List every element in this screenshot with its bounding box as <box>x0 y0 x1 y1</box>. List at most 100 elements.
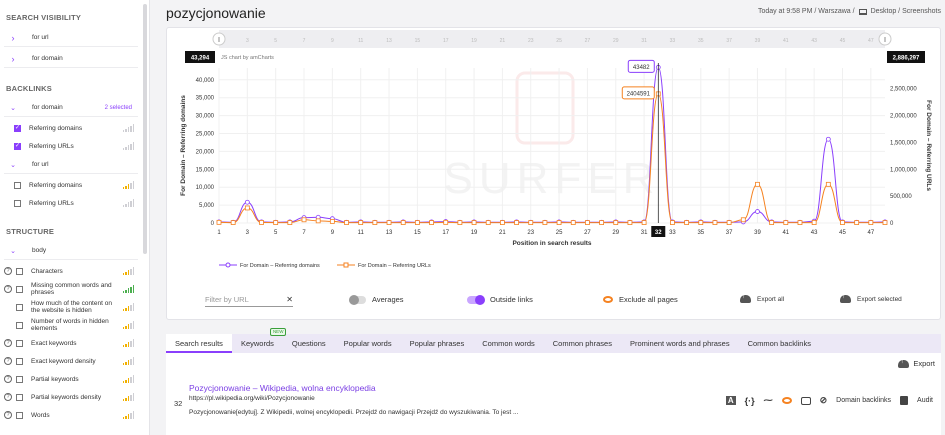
data-point-referring-urls[interactable] <box>599 220 604 225</box>
averages-toggle[interactable]: Averages <box>349 294 404 305</box>
help-icon[interactable]: ? <box>4 357 12 365</box>
data-point-referring-urls[interactable] <box>500 220 505 225</box>
sidebar-item-backlinks-for-domain[interactable]: ⌄ for domain 2 selected <box>4 99 138 117</box>
data-point-referring-urls[interactable] <box>825 181 831 187</box>
data-point-referring-urls[interactable] <box>840 220 845 225</box>
data-point-referring-urls[interactable] <box>358 220 364 225</box>
checkbox[interactable] <box>16 393 23 401</box>
export-button[interactable]: Export <box>898 358 935 368</box>
data-point-referring-urls[interactable] <box>315 218 321 224</box>
checkbox-row-structure[interactable]: ? Partial keywords density <box>4 388 138 406</box>
checkbox-row-structure[interactable]: ? Missing common words and phrases <box>4 280 138 298</box>
eye-icon[interactable] <box>781 397 792 404</box>
result-title-link[interactable]: Pozycjonowanie – Wikipedia, wolna encykl… <box>189 383 376 393</box>
data-point-referring-urls[interactable] <box>230 220 236 225</box>
checkbox-row-structure[interactable]: ? Exact keyword density <box>4 352 138 370</box>
checkbox[interactable] <box>14 199 21 207</box>
data-point-referring-domains[interactable] <box>825 136 831 142</box>
trend-line-icon[interactable]: ⁓ <box>764 395 773 406</box>
data-point-referring-urls[interactable] <box>556 220 562 225</box>
data-point-referring-urls[interactable] <box>868 220 874 225</box>
data-point-referring-urls[interactable] <box>755 181 760 187</box>
tab-common-backlinks[interactable]: Common backlinks <box>739 334 820 353</box>
data-point-referring-urls[interactable] <box>514 220 519 225</box>
data-point-referring-urls[interactable] <box>542 220 548 225</box>
device-link[interactable]: Desktop / Screenshots <box>871 8 941 15</box>
export-all-button[interactable]: Export all <box>740 293 784 303</box>
code-braces-icon[interactable]: {·} <box>745 396 755 406</box>
data-point-referring-urls[interactable] <box>372 220 378 225</box>
data-point-referring-urls[interactable] <box>613 220 619 225</box>
data-point-referring-urls[interactable] <box>400 220 406 225</box>
checkbox[interactable] <box>16 411 23 419</box>
tab-popular-words[interactable]: Popular words <box>335 334 401 353</box>
checkbox-row-structure[interactable]: ?Number of words in hidden elements <box>4 316 138 334</box>
help-icon[interactable]: ? <box>4 285 12 293</box>
data-point-referring-urls[interactable] <box>769 220 775 225</box>
filter-url-input[interactable]: Filter by URL ✕ <box>205 293 293 307</box>
checkbox[interactable] <box>16 357 23 365</box>
data-point-referring-urls[interactable] <box>344 220 349 225</box>
data-point-referring-urls[interactable] <box>712 220 718 225</box>
clear-icon[interactable]: ✕ <box>286 295 293 304</box>
help-icon[interactable]: ? <box>4 393 12 401</box>
audit-button[interactable]: Audit <box>917 397 933 404</box>
tab-search-results[interactable]: Search results <box>166 334 232 353</box>
data-point-referring-domains[interactable] <box>244 199 250 205</box>
data-point-referring-urls[interactable] <box>528 220 534 225</box>
tab-prominent-words-and-phrases[interactable]: Prominent words and phrases <box>621 334 739 353</box>
tab-common-words[interactable]: Common words <box>473 334 544 353</box>
sidebar-item-for-url[interactable]: › for url <box>4 29 138 47</box>
help-icon[interactable]: ? <box>4 411 12 419</box>
data-point-referring-urls[interactable] <box>684 220 690 225</box>
data-point-referring-urls[interactable] <box>627 220 633 225</box>
outside-links-toggle[interactable]: Outside links <box>467 294 533 305</box>
checkbox[interactable] <box>14 142 21 150</box>
data-point-referring-urls[interactable] <box>783 220 789 225</box>
tab-popular-phrases[interactable]: Popular phrases <box>401 334 474 353</box>
exclude-all-button[interactable]: Exclude all pages <box>603 295 678 304</box>
data-point-referring-urls[interactable] <box>329 218 335 224</box>
data-point-referring-urls[interactable] <box>414 220 420 225</box>
sidebar-item-body[interactable]: ⌄ body <box>4 242 138 260</box>
sidebar-scrollbar[interactable] <box>143 4 147 254</box>
data-point-referring-urls[interactable] <box>457 220 463 225</box>
domain-backlinks-button[interactable]: Domain backlinks <box>836 397 891 404</box>
data-point-referring-urls[interactable] <box>273 220 279 225</box>
checkbox[interactable] <box>14 181 21 189</box>
checkbox-row-referring-domains[interactable]: Referring domains <box>4 119 138 137</box>
checkbox-row-structure[interactable]: ? Words <box>4 406 138 424</box>
checkbox[interactable] <box>16 339 23 347</box>
checkbox[interactable] <box>16 375 23 383</box>
data-point-referring-urls[interactable] <box>854 220 860 225</box>
data-point-referring-urls[interactable] <box>740 217 746 223</box>
tab-keywords[interactable]: Keywords NEW <box>232 328 287 353</box>
data-point-referring-urls[interactable] <box>386 220 392 225</box>
data-point-referring-urls[interactable] <box>797 220 803 225</box>
checkbox-row-url-referring-urls[interactable]: Referring URLs <box>4 194 138 212</box>
help-icon[interactable]: ? <box>4 267 12 275</box>
checkbox[interactable] <box>16 321 23 329</box>
font-icon[interactable]: A <box>725 396 736 405</box>
data-point-referring-urls[interactable] <box>485 220 491 225</box>
data-point-referring-urls[interactable] <box>585 220 590 225</box>
data-point-referring-urls[interactable] <box>216 219 222 225</box>
help-icon[interactable]: ? <box>4 375 12 383</box>
data-point-referring-urls[interactable] <box>471 220 477 225</box>
camera-icon[interactable] <box>800 396 811 405</box>
tab-questions[interactable]: Questions <box>283 334 335 353</box>
checkbox-row-referring-urls[interactable]: Referring URLs <box>4 137 138 155</box>
data-point-referring-urls[interactable] <box>882 220 888 225</box>
line-chart[interactable]: 1357911131517192123252729313335373941434… <box>167 28 942 283</box>
data-point-referring-urls[interactable] <box>670 220 675 225</box>
data-point-referring-urls[interactable] <box>244 205 250 211</box>
data-point-referring-urls[interactable] <box>287 220 293 225</box>
data-point-referring-urls[interactable] <box>570 220 576 225</box>
tab-common-phrases[interactable]: Common phrases <box>544 334 621 353</box>
data-point-referring-urls[interactable] <box>443 219 449 225</box>
data-point-referring-urls[interactable] <box>429 220 434 225</box>
checkbox-row-structure[interactable]: ? Exact keywords <box>4 334 138 352</box>
sidebar-item-backlinks-for-url[interactable]: ⌄ for url <box>4 156 138 174</box>
checkbox-row-structure[interactable]: ?How much of the content on the website … <box>4 298 138 316</box>
toggle-switch-icon[interactable] <box>349 294 366 305</box>
